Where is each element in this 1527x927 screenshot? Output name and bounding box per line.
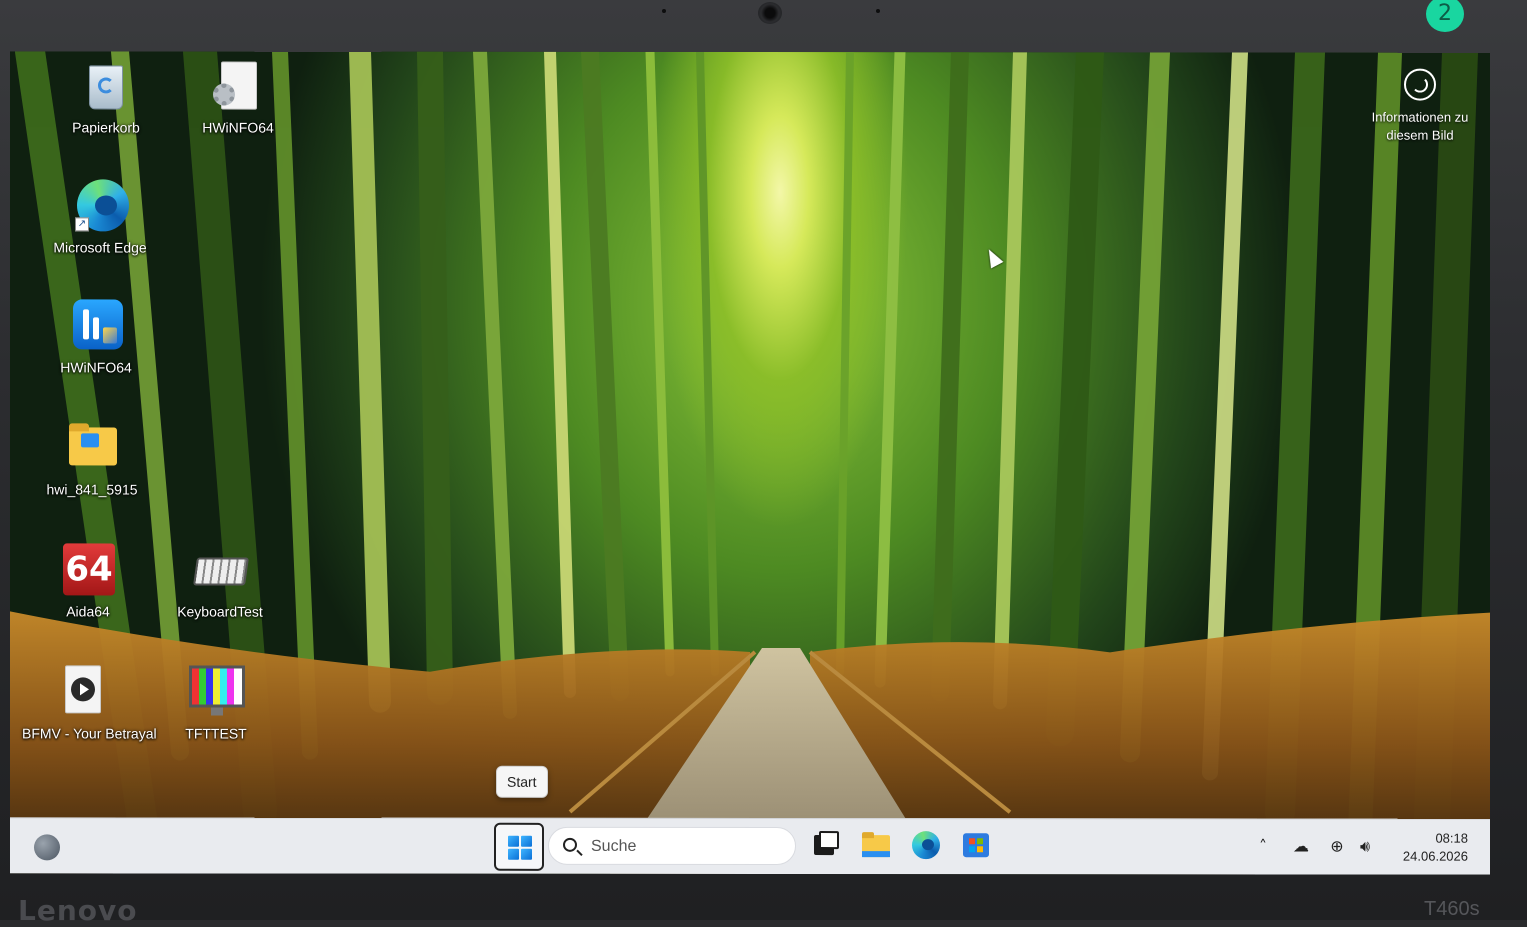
clock-time: 08:18 bbox=[1435, 830, 1468, 846]
monitor-icon bbox=[187, 664, 245, 722]
edge-taskbar-icon[interactable] bbox=[910, 829, 942, 861]
brand-logo: Lenovo bbox=[18, 894, 138, 927]
desktop-icon-tfttest[interactable]: TFTTEST bbox=[156, 663, 276, 742]
microsoft-store-icon[interactable] bbox=[960, 829, 992, 861]
bamboo-forest-image bbox=[10, 51, 1490, 875]
search-placeholder: Suche bbox=[591, 837, 637, 855]
desktop-icon-label: BFMV - Your Betrayal bbox=[22, 725, 157, 742]
desktop-icon-aida64[interactable]: 64 Aida64 bbox=[28, 541, 148, 619]
system-clock[interactable]: 08:18 24.06.2026 bbox=[1380, 830, 1468, 866]
taskbar: Suche ˄ ☁ ⊕ 🔊︎ 08:18 24.06.2026 bbox=[10, 817, 1490, 875]
windows-logo-icon bbox=[508, 835, 532, 860]
task-view-icon[interactable] bbox=[810, 829, 842, 861]
start-button[interactable] bbox=[494, 822, 544, 871]
desktop-icon-hwinfo64-app[interactable]: HWiNFO64 bbox=[36, 297, 156, 375]
keyboard-icon bbox=[191, 542, 249, 600]
camera-aperture-icon bbox=[1404, 68, 1436, 101]
desktop-icon-keyboardtest[interactable]: KeyboardTest bbox=[160, 541, 280, 620]
model-label: T460s bbox=[1424, 898, 1480, 920]
desktop-icon-label: KeyboardTest bbox=[177, 603, 263, 620]
desktop-icon-label: HWiNFO64 bbox=[202, 119, 274, 136]
edge-icon: ↗ bbox=[71, 177, 129, 235]
spotlight-info-button[interactable]: Informationen zu diesem Bild bbox=[1350, 68, 1490, 145]
desktop-icon-label: Aida64 bbox=[66, 603, 110, 620]
desktop-icon-label: hwi_841_5915 bbox=[46, 481, 138, 498]
desktop-icon-label: HWiNFO64 bbox=[60, 359, 132, 376]
recycle-bin-icon bbox=[77, 57, 135, 115]
file-explorer-icon[interactable] bbox=[860, 829, 892, 861]
cloud-offline-icon[interactable]: ☁ bbox=[1290, 835, 1312, 857]
desktop-icon-label: Microsoft Edge bbox=[53, 239, 147, 256]
document-gear-icon bbox=[209, 58, 267, 116]
globe-network-icon[interactable]: ⊕ bbox=[1326, 836, 1348, 858]
sensor-dot bbox=[662, 9, 666, 13]
speaker-volume-icon[interactable]: 🔊︎ bbox=[1354, 836, 1376, 858]
start-tooltip: Start bbox=[496, 765, 548, 798]
desktop-icon-hwi-folder[interactable]: hwi_841_5915 bbox=[32, 419, 152, 497]
folder-icon bbox=[63, 419, 121, 477]
search-icon bbox=[563, 837, 577, 852]
screen: Papierkorb HWiNFO64 ↗ Microsoft Edge HWi… bbox=[10, 51, 1490, 875]
spotlight-info-label: Informationen zu diesem Bild bbox=[1371, 109, 1469, 143]
desktop-icon-microsoft-edge[interactable]: ↗ Microsoft Edge bbox=[40, 177, 160, 255]
desktop-icon-hwinfo64-file[interactable]: HWiNFO64 bbox=[178, 58, 298, 136]
aida64-icon: 64 bbox=[59, 541, 117, 599]
webcam bbox=[758, 2, 782, 24]
search-box[interactable]: Suche bbox=[548, 826, 796, 866]
desktop-icon-bfmv[interactable]: BFMV - Your Betrayal bbox=[22, 663, 157, 742]
desktop-wallpaper bbox=[10, 51, 1490, 875]
desktop-icon-label: Papierkorb bbox=[72, 119, 140, 136]
desktop-icon-recycle-bin[interactable]: Papierkorb bbox=[46, 57, 166, 135]
hwinfo-icon bbox=[67, 297, 125, 355]
weather-widget-icon[interactable] bbox=[34, 834, 60, 861]
chevron-up-icon[interactable]: ˄ bbox=[1252, 835, 1274, 857]
number-sticker: 2 bbox=[1426, 0, 1464, 32]
media-file-icon bbox=[53, 663, 111, 721]
sensor-dot bbox=[876, 9, 880, 13]
desktop-icon-label: TFTTEST bbox=[185, 725, 247, 742]
clock-date: 24.06.2026 bbox=[1402, 848, 1468, 864]
